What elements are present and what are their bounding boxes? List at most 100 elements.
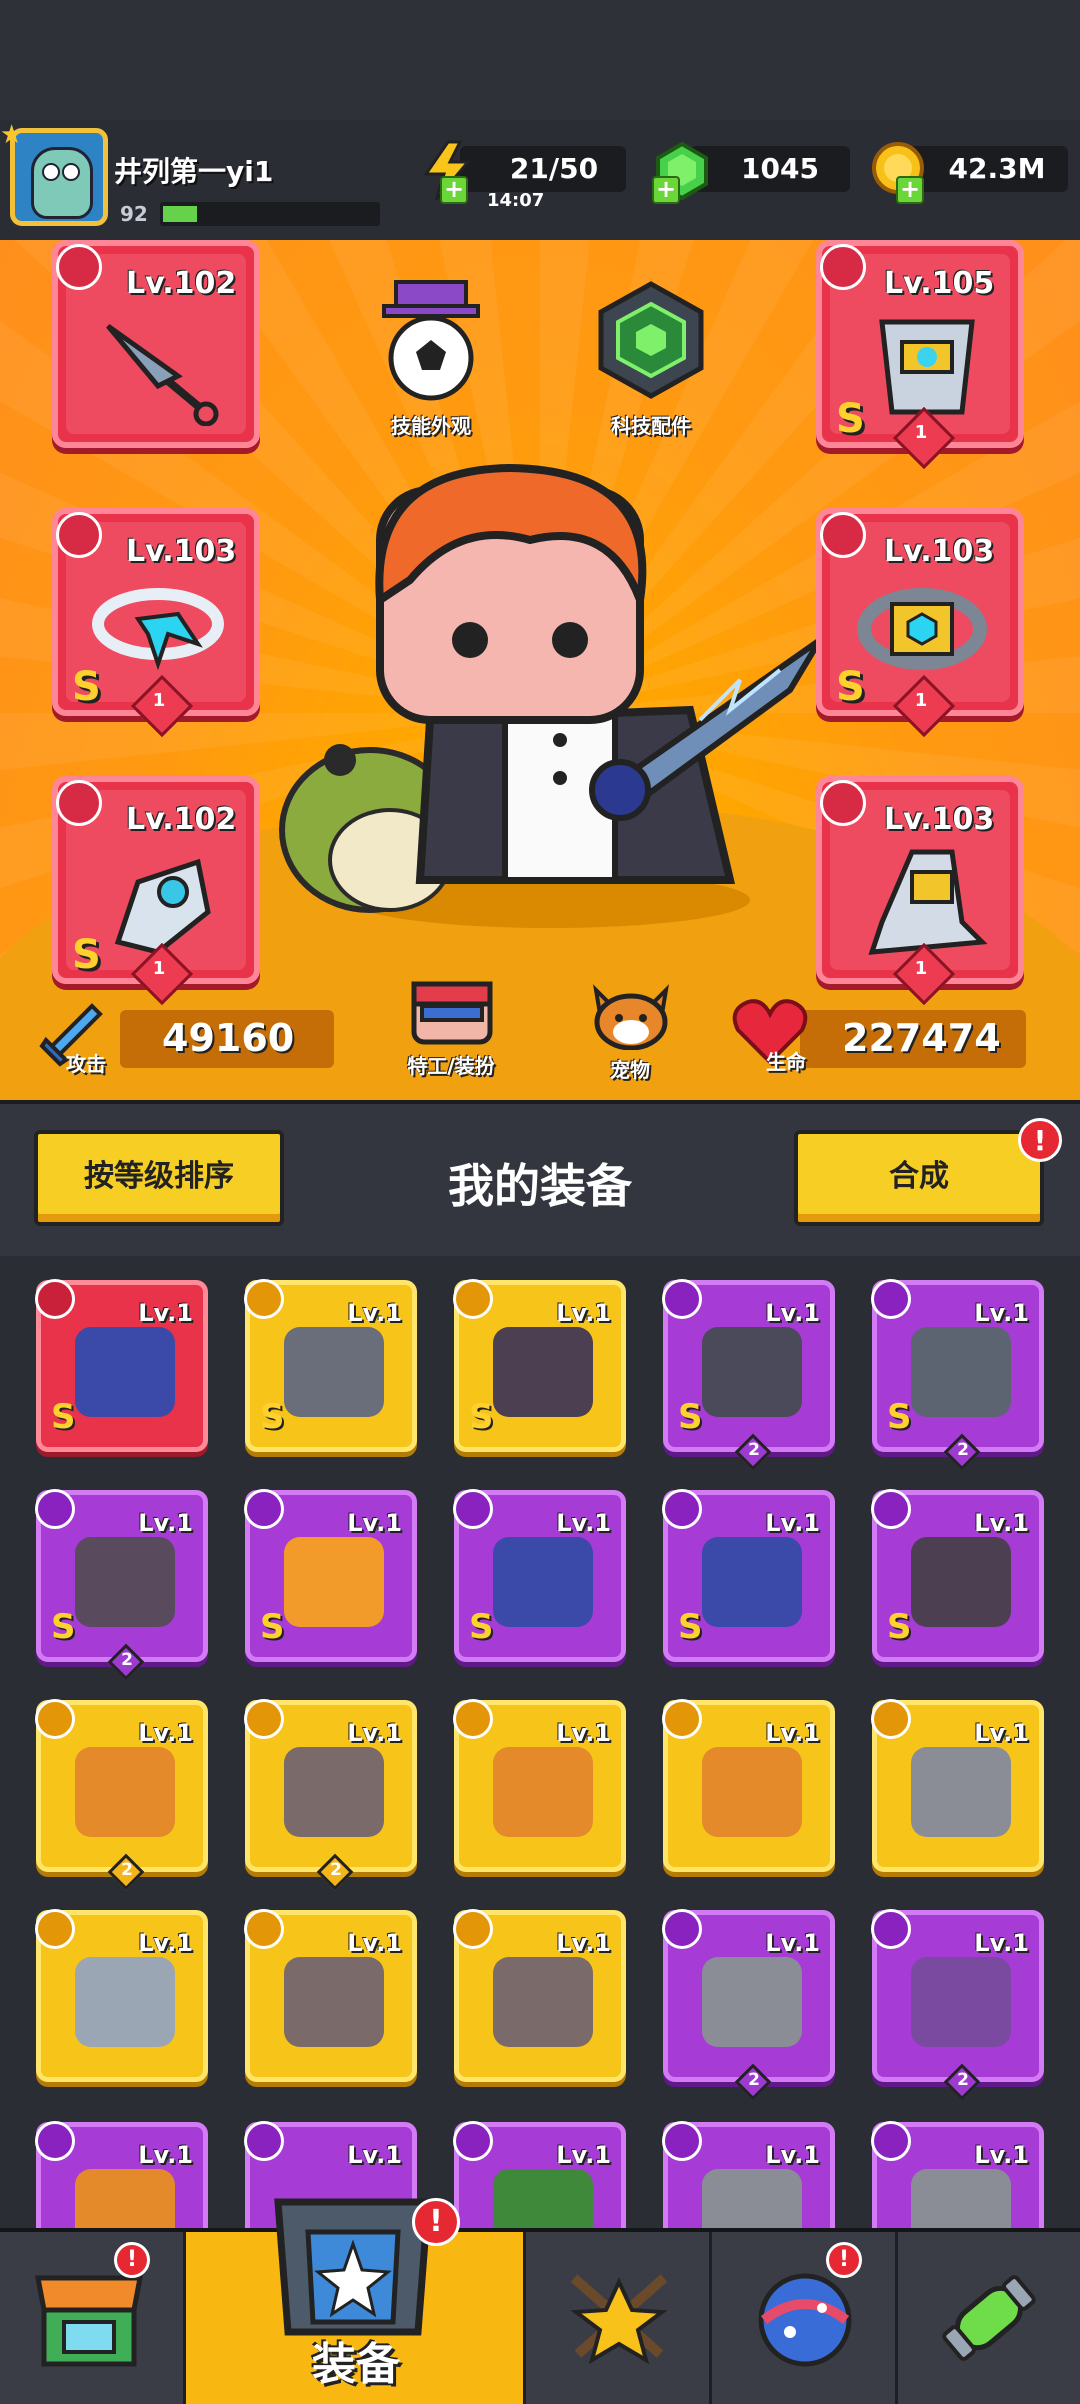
inventory-item[interactable]: Lv.1 S 2	[662, 1279, 835, 1471]
inventory-item[interactable]: Lv.1	[662, 2121, 835, 2228]
inventory-item[interactable]: Lv.1	[453, 1909, 626, 2082]
inventory-item[interactable]: Lv.1	[871, 1699, 1044, 1872]
shop-icon	[34, 2275, 144, 2367]
merge-button[interactable]: 合成	[794, 1130, 1044, 1226]
inventory-item[interactable]: Lv.1	[35, 2121, 208, 2228]
inventory-item[interactable]: Lv.1 2	[662, 1909, 835, 2101]
boots-category-icon	[871, 1489, 911, 1529]
nav-shop-tab[interactable]: !	[0, 2232, 186, 2404]
inventory-item[interactable]: Lv.1 S	[35, 1279, 208, 1452]
count-value: 1	[152, 690, 166, 711]
gloves-category-icon	[871, 1909, 911, 1949]
gauntlet-icon	[911, 1957, 1011, 2047]
item-level: Lv.1	[138, 2141, 193, 2169]
agent-outfit-label: 特工/装扮	[407, 1054, 495, 1078]
sort-by-level-button[interactable]: 按等级排序	[34, 1130, 284, 1226]
star-swords-icon	[570, 2274, 668, 2365]
rarity-badge: S	[887, 1607, 912, 1647]
inventory-item[interactable]: Lv.1 S	[662, 1489, 835, 1662]
inventory-grid: Lv.1 S Lv.1 S Lv.1 S Lv.1 S 2 Lv.1 S 2 Lv.1 S 2 L…	[0, 1256, 1080, 2228]
nav-equipment-label: 装备	[312, 2339, 400, 2390]
orb-icon	[758, 2273, 852, 2367]
inventory-item[interactable]: Lv.1	[871, 2121, 1044, 2228]
weapon-category-icon	[453, 1699, 493, 1739]
rarity-badge: S	[260, 1607, 285, 1647]
blaster-icon	[75, 1327, 175, 1417]
inventory-item[interactable]: Lv.1 S 2	[871, 1279, 1044, 1471]
equipped-weapon-slot[interactable]: Lv.102	[52, 240, 260, 448]
rarity-badge: S	[72, 664, 101, 710]
lock-necklace-icon	[284, 1747, 384, 1837]
inventory-item[interactable]: Lv.1	[35, 1909, 208, 2082]
lock-necklace-icon	[493, 1957, 593, 2047]
inventory-item[interactable]: Lv.1 2	[35, 1699, 208, 1891]
inventory-item[interactable]: Lv.1	[662, 1699, 835, 1872]
item-level: Lv.1	[138, 1719, 193, 1747]
rarity-badge: S	[678, 1397, 703, 1437]
inventory-item[interactable]: Lv.1 2	[871, 1909, 1044, 2101]
add-energy-icon[interactable]: +	[440, 176, 468, 204]
nav-battle-tab[interactable]	[526, 2232, 712, 2404]
coin-icon[interactable]: +	[868, 140, 930, 204]
nav-lab-tab[interactable]	[898, 2232, 1080, 2404]
inventory-item[interactable]: Lv.1	[453, 2121, 626, 2228]
gem-counter[interactable]: 1045	[690, 146, 850, 192]
rarity-badge: S	[836, 396, 865, 442]
weapon-category-icon	[35, 1699, 75, 1739]
attack-value: 49160	[162, 1016, 295, 1060]
hex-chip-icon	[598, 281, 704, 399]
energy-counter[interactable]: 21/50	[460, 146, 626, 192]
tech-parts-button[interactable]: 科技配件	[586, 276, 716, 456]
armor-icon	[911, 2169, 1011, 2228]
pet-button[interactable]: 宠物	[570, 980, 690, 1100]
item-level: Lv.1	[765, 2141, 820, 2169]
inventory-item[interactable]: Lv.1 S 2	[35, 1489, 208, 1681]
inventory-item[interactable]: Lv.1 S	[453, 1489, 626, 1662]
count-value: 2	[121, 1860, 133, 1880]
armor-icon	[702, 2169, 802, 2228]
slot-level: Lv.103	[126, 534, 237, 569]
avatar-eye	[62, 163, 80, 181]
inventory-item[interactable]: Lv.1	[453, 1699, 626, 1872]
energy-timer: 14:07	[487, 190, 545, 211]
add-gem-icon[interactable]: +	[652, 176, 680, 204]
inventory-item[interactable]: Lv.1	[244, 1909, 417, 2082]
boots-category-icon	[820, 780, 866, 826]
coin-counter[interactable]: 42.3M	[908, 146, 1068, 192]
agent-outfit-button[interactable]: 特工/装扮	[376, 976, 526, 1100]
boots-category-icon	[453, 1279, 493, 1319]
kunai-icon	[106, 323, 219, 426]
inventory-item[interactable]: Lv.1 S	[244, 1279, 417, 1452]
skill-skin-button[interactable]: 技能外观	[366, 276, 496, 456]
item-level: Lv.1	[556, 1299, 611, 1327]
item-level: Lv.1	[765, 1509, 820, 1537]
nav-equipment-tab[interactable]: ! 装备	[186, 2198, 526, 2404]
add-coin-icon[interactable]: +	[896, 176, 924, 204]
armor-icon	[493, 2169, 593, 2228]
armor-category-icon	[35, 1909, 75, 1949]
nav-events-tab[interactable]: !	[712, 2232, 898, 2404]
belt-category-icon	[871, 1279, 911, 1319]
inventory-item[interactable]: Lv.1 S	[244, 1489, 417, 1662]
hero-character[interactable]	[260, 460, 860, 960]
inventory-item[interactable]: Lv.1 S	[453, 1279, 626, 1452]
armor-category-icon	[871, 1699, 911, 1739]
count-value: 2	[330, 1860, 342, 1880]
inventory-item[interactable]: Lv.1 2	[244, 1699, 417, 1891]
equipment-header: 按等级排序 我的装备 合成 !	[0, 1100, 1080, 1260]
item-level: Lv.1	[765, 1929, 820, 1957]
gem-icon[interactable]: +	[652, 140, 712, 204]
xp-bar-fill	[163, 206, 197, 222]
item-level: Lv.1	[347, 2141, 402, 2169]
count-badge: 2	[107, 1853, 145, 1891]
belt-icon	[857, 588, 987, 670]
rarity-badge: S	[469, 1397, 494, 1437]
item-level: Lv.1	[347, 1299, 402, 1327]
necklace-category-icon	[56, 512, 102, 558]
weapon-category-icon	[35, 1279, 75, 1319]
inventory-item[interactable]: Lv.1 S	[871, 1489, 1044, 1662]
lightning-icon[interactable]: +	[418, 140, 476, 204]
events-alert-badge: !	[826, 2242, 862, 2278]
armor-icon	[702, 1957, 802, 2047]
star-icon: ★	[0, 120, 24, 150]
